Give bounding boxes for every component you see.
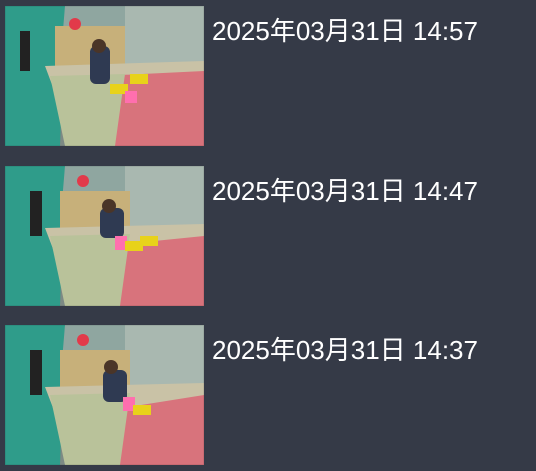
video-thumbnail[interactable] <box>5 166 204 306</box>
thumbnail-image <box>5 325 204 465</box>
video-thumbnail[interactable] <box>5 325 204 465</box>
recording-item[interactable]: 2025年03月31日 14:47 <box>0 166 536 306</box>
recording-item[interactable]: 2025年03月31日 14:37 <box>0 325 536 465</box>
recording-timestamp: 2025年03月31日 14:47 <box>212 176 478 206</box>
thumbnail-image <box>5 6 204 146</box>
recording-timestamp: 2025年03月31日 14:37 <box>212 335 478 365</box>
recording-item[interactable]: 2025年03月31日 14:57 <box>0 6 536 146</box>
video-thumbnail[interactable] <box>5 6 204 146</box>
recording-list: 2025年03月31日 14:57 2025年03月31日 14:47 2025… <box>0 0 536 471</box>
recording-timestamp: 2025年03月31日 14:57 <box>212 16 478 46</box>
thumbnail-image <box>5 166 204 306</box>
